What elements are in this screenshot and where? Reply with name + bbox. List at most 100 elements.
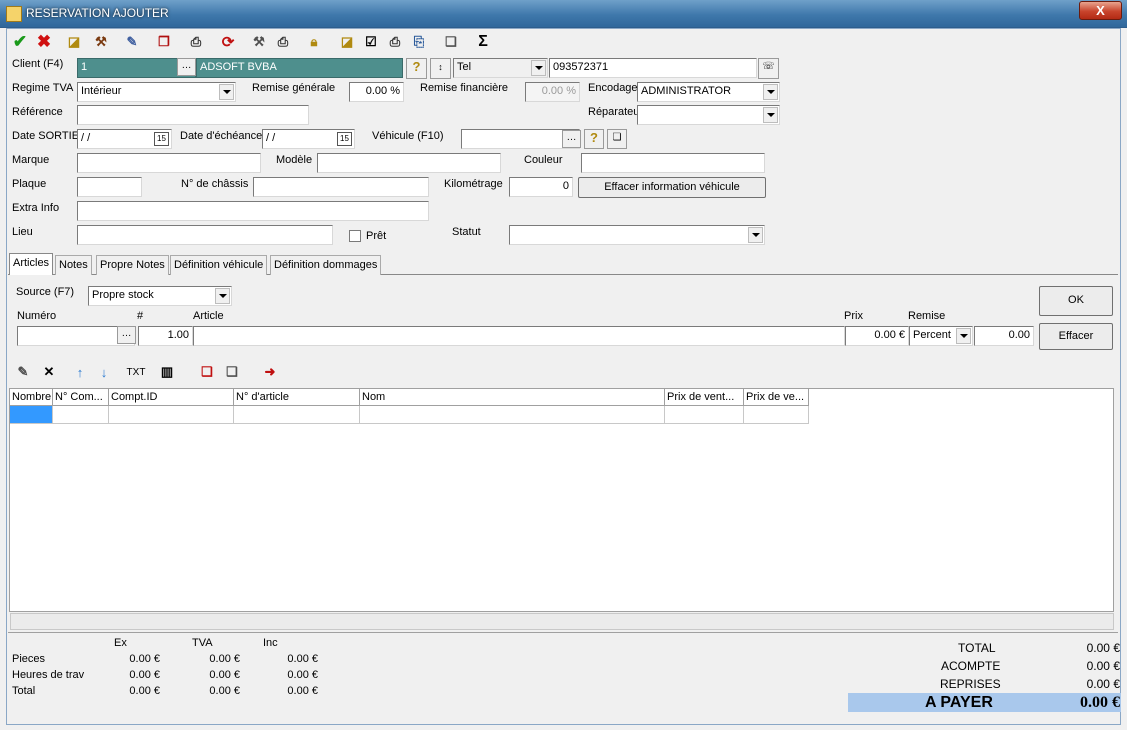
reference-label: Référence (12, 106, 63, 118)
extra-info-field[interactable] (77, 201, 429, 221)
lock-icon[interactable]: 🔒︎ (303, 31, 325, 53)
cancel-icon[interactable]: ✖ (33, 31, 55, 53)
print-preview-icon[interactable]: ⎙ (272, 31, 294, 53)
chassis-field[interactable] (253, 177, 429, 197)
grid-cell[interactable] (360, 406, 665, 424)
sort-icon[interactable]: ↕ (430, 58, 451, 79)
summary-header-inc: Inc (263, 637, 278, 649)
grid-delete-icon[interactable]: ✕ (38, 361, 60, 383)
effacer-button[interactable]: Effacer (1039, 323, 1113, 350)
chevron-down-icon (748, 227, 763, 243)
grid-edit-icon[interactable]: ✎ (12, 361, 34, 383)
client-browse-button[interactable]: … (177, 58, 196, 76)
refresh-icon[interactable]: ⟳ (217, 31, 239, 53)
grid-settings-icon[interactable]: ❏ (221, 361, 243, 383)
grid-header-prix-vente[interactable]: Prix de vent... (665, 389, 744, 406)
plaque-field[interactable] (77, 177, 142, 197)
checklist-icon[interactable]: ☑ (360, 31, 382, 53)
date-sortie-field[interactable]: / / 15 (77, 129, 172, 149)
grid-header-n-com[interactable]: N° Com... (53, 389, 109, 406)
print-icon[interactable]: ⎙ (185, 31, 207, 53)
move-down-icon[interactable]: ↓ (93, 361, 115, 383)
grid-horizontal-scrollbar[interactable] (10, 613, 1114, 630)
lieu-field[interactable] (77, 225, 333, 245)
grid-header-prix-ve[interactable]: Prix de ve... (744, 389, 809, 406)
numero-browse-button[interactable]: … (117, 326, 136, 344)
remise-generale-label: Remise générale (252, 82, 336, 94)
window-title: RESERVATION AJOUTER (26, 6, 169, 20)
document-settings-icon[interactable]: ❏ (440, 31, 462, 53)
tab-articles[interactable]: Articles (9, 253, 54, 275)
close-button[interactable]: X (1079, 1, 1122, 20)
calendar-icon[interactable]: 15 (154, 132, 169, 146)
hammer-icon[interactable]: ⚒ (248, 31, 270, 53)
print-all-icon[interactable]: ⎙ (384, 31, 406, 53)
grid-cell[interactable] (53, 406, 109, 424)
txt-button[interactable]: TXT (123, 361, 149, 383)
columns-icon[interactable]: ▥ (156, 361, 178, 383)
encodage-select[interactable]: ADMINISTRATOR (637, 82, 780, 102)
sum-icon[interactable]: Σ (472, 31, 494, 53)
modele-field[interactable] (317, 153, 501, 173)
total-value: 0.00 € (1086, 641, 1120, 655)
remise-financiere-field[interactable]: 0.00 % (525, 82, 580, 102)
grid-cell[interactable] (109, 406, 234, 424)
vehicule-browse-button[interactable]: … (562, 130, 581, 148)
confirm-icon[interactable]: ✔ (9, 31, 31, 53)
prix-field[interactable]: 0.00 € (845, 326, 909, 346)
tab-propre-notes[interactable]: Propre Notes (96, 255, 169, 275)
source-select[interactable]: Propre stock (88, 286, 232, 306)
kilometrage-field[interactable]: 0 (509, 177, 573, 197)
new-document-icon[interactable]: ◪ (63, 31, 85, 53)
vehicule-help-icon[interactable]: ? (584, 129, 604, 149)
effacer-vehicule-button[interactable]: Effacer information véhicule (578, 177, 766, 198)
summary-header-ex: Ex (114, 637, 127, 649)
regime-select[interactable]: Intérieur (77, 82, 236, 102)
tab-definition-vehicule[interactable]: Définition véhicule (170, 255, 268, 275)
grid-header-n-article[interactable]: N° d'article (234, 389, 360, 406)
statut-select[interactable] (509, 225, 765, 245)
calendar-icon[interactable]: 15 (337, 132, 352, 146)
prix-label: Prix (844, 310, 863, 322)
remise-type-select[interactable]: Percent (909, 326, 973, 346)
remise-generale-field[interactable]: 0.00 % (349, 82, 404, 102)
new-vehicule-icon[interactable]: ❏ (607, 129, 627, 149)
copy-icon[interactable]: ❐ (153, 31, 175, 53)
grid-header-nom[interactable]: Nom (360, 389, 665, 406)
marque-field[interactable] (77, 153, 261, 173)
grid-header-compt-id[interactable]: Compt.ID (109, 389, 234, 406)
grid-cell-selected[interactable] (10, 406, 53, 424)
tools-icon[interactable]: ⚒ (90, 31, 112, 53)
grid-cell[interactable] (234, 406, 360, 424)
ok-button[interactable]: OK (1039, 286, 1113, 316)
remise-value-field[interactable]: 0.00 (974, 326, 1034, 346)
article-field[interactable] (193, 326, 845, 346)
date-echeance-value: / / (266, 132, 276, 144)
tab-notes[interactable]: Notes (55, 255, 92, 275)
date-echeance-field[interactable]: / / 15 (262, 129, 355, 149)
vehicule-label: Véhicule (F10) (372, 130, 444, 142)
move-up-icon[interactable]: ↑ (69, 361, 91, 383)
contact-type-select[interactable]: Tel (453, 58, 548, 78)
grid-header-nombre[interactable]: Nombre (10, 389, 53, 406)
kilometrage-label: Kilométrage (444, 178, 503, 190)
client-name-field[interactable]: ADSOFT BVBA (196, 58, 403, 78)
couleur-label: Couleur (524, 154, 563, 166)
import-icon[interactable]: ❏ (196, 361, 218, 383)
edit-icon[interactable]: ✎ (121, 31, 143, 53)
phone-book-icon[interactable]: ☏ (758, 58, 779, 79)
tab-definition-dommages[interactable]: Définition dommages (270, 255, 382, 275)
couleur-field[interactable] (581, 153, 765, 173)
grid-cell[interactable] (744, 406, 809, 424)
qty-field[interactable]: 1.00 (138, 326, 193, 346)
export-icon[interactable]: ➜ (259, 361, 281, 383)
app-icon (6, 6, 22, 22)
grid-cell[interactable] (665, 406, 744, 424)
print-stack-icon[interactable]: ⎘ (408, 31, 430, 53)
phone-field[interactable]: 093572371 (549, 58, 757, 78)
help-key-icon[interactable]: ? (406, 58, 427, 79)
folder-icon[interactable]: ◪ (336, 31, 358, 53)
pret-checkbox[interactable] (349, 230, 361, 242)
reference-field[interactable] (77, 105, 309, 125)
reparateur-select[interactable] (637, 105, 780, 125)
